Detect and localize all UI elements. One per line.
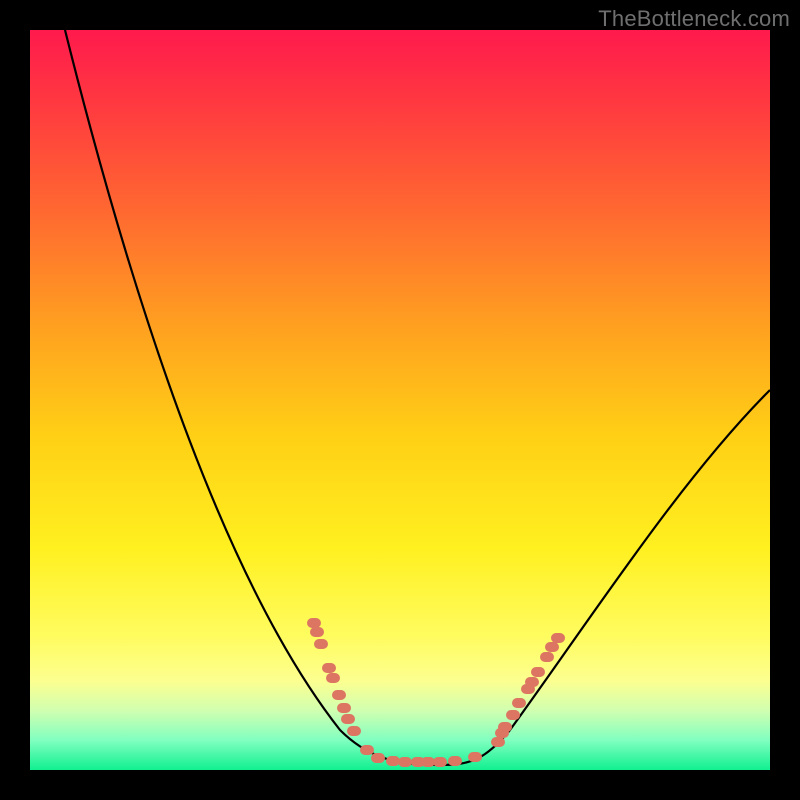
marker-dot bbox=[322, 663, 336, 673]
marker-dot bbox=[386, 756, 400, 766]
marker-dot bbox=[347, 726, 361, 736]
marker-dot bbox=[360, 745, 374, 755]
marker-dot bbox=[314, 639, 328, 649]
marker-dot bbox=[433, 757, 447, 767]
marker-dot bbox=[540, 652, 554, 662]
marker-dot bbox=[551, 633, 565, 643]
marker-dot bbox=[341, 714, 355, 724]
marker-dot bbox=[332, 690, 346, 700]
marker-dot bbox=[506, 710, 520, 720]
marker-dot bbox=[468, 752, 482, 762]
marker-dot bbox=[512, 698, 526, 708]
marker-dot bbox=[371, 753, 385, 763]
chart-frame bbox=[30, 30, 770, 770]
marker-dot bbox=[545, 642, 559, 652]
marker-dot bbox=[310, 627, 324, 637]
marker-dot bbox=[448, 756, 462, 766]
marker-dots bbox=[307, 618, 565, 767]
marker-dot bbox=[398, 757, 412, 767]
marker-dot bbox=[498, 722, 512, 732]
watermark-text: TheBottleneck.com bbox=[598, 6, 790, 32]
bottleneck-curve bbox=[65, 30, 770, 765]
chart-svg bbox=[30, 30, 770, 770]
marker-dot bbox=[531, 667, 545, 677]
marker-dot bbox=[337, 703, 351, 713]
marker-dot bbox=[491, 737, 505, 747]
marker-dot bbox=[525, 677, 539, 687]
marker-dot bbox=[326, 673, 340, 683]
marker-dot bbox=[307, 618, 321, 628]
marker-dot bbox=[421, 757, 435, 767]
